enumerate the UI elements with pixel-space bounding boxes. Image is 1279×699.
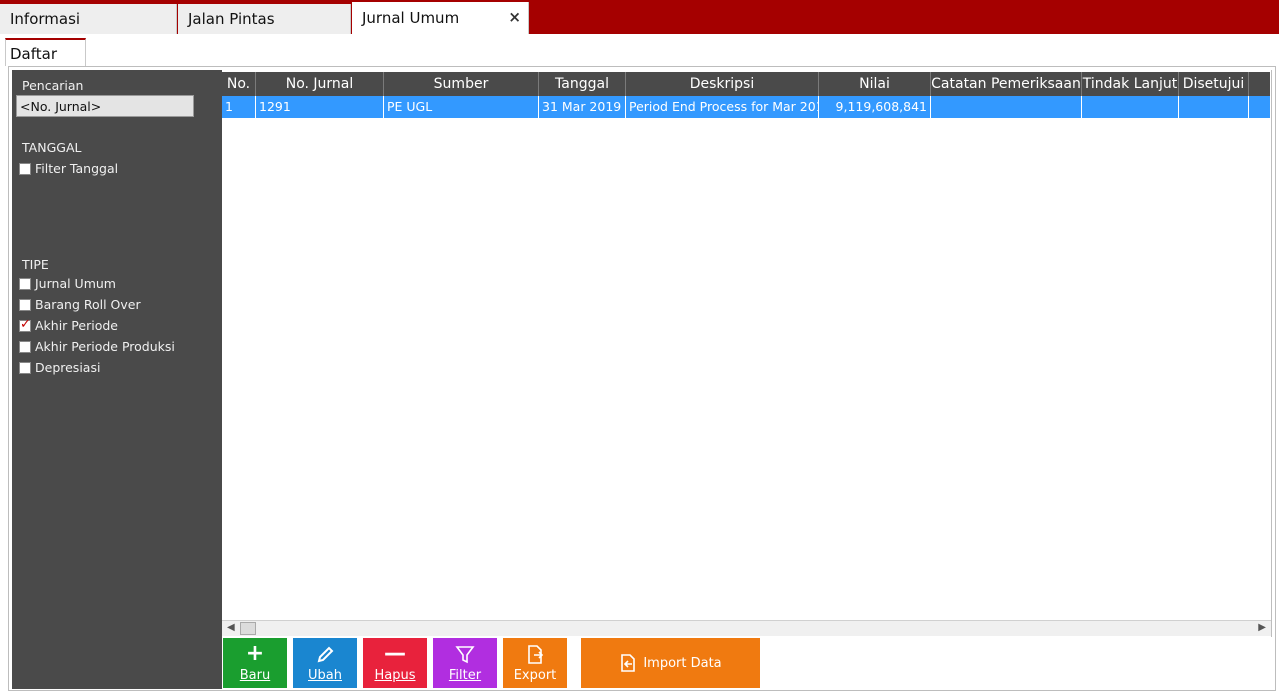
new-button-label: Baru [239,668,271,683]
grid-header: No. No. Jurnal Sumber Tanggal Deskripsi … [222,72,1270,96]
cell-tanggal[interactable]: 31 Mar 2019 [539,96,626,118]
column-header-deskripsi[interactable]: Deskripsi [626,72,819,96]
checkbox-box[interactable] [19,277,31,290]
column-header-no-jurnal[interactable]: No. Jurnal [256,72,384,96]
column-header-tindak-lanjut[interactable]: Tindak Lanjut [1082,72,1179,96]
edit-button-label: Ubah [308,668,342,683]
journal-grid: No. No. Jurnal Sumber Tanggal Deskripsi … [222,70,1272,637]
checkbox-label: Akhir Periode Produksi [35,339,175,354]
date-filter-checkbox[interactable]: Filter Tanggal [19,161,118,176]
column-header-filler [1249,72,1270,96]
checkbox-label: Akhir Periode [35,318,118,333]
checkbox-box-checked[interactable] [19,317,31,332]
minus-icon: — [384,641,406,666]
import-data-button[interactable]: Import Data [581,638,760,688]
cell-no-jurnal[interactable]: 1291 [256,96,384,118]
edit-button[interactable]: Ubah [293,638,357,688]
cell-deskripsi[interactable]: Period End Process for Mar 2019 [626,96,819,118]
export-button[interactable]: Export [503,638,567,688]
search-input[interactable]: <No. Jurnal> [16,95,194,117]
type-checkbox-akhir-periode-produksi[interactable]: Akhir Periode Produksi [19,339,175,354]
date-section-title: TANGGAL [22,140,82,155]
type-checkbox-jurnal-umum[interactable]: Jurnal Umum [19,276,116,291]
checkbox-box[interactable] [19,361,31,374]
tab-informasi[interactable]: Informasi [0,4,177,34]
import-file-icon [621,654,636,672]
type-section-title: TIPE [22,257,49,272]
checkbox-label: Filter Tanggal [35,161,119,176]
filter-button[interactable]: Filter [433,638,497,688]
checkbox-box[interactable] [19,298,31,311]
subtab-label: Daftar [10,45,57,63]
column-header-sumber[interactable]: Sumber [384,72,539,96]
subtab-daftar[interactable]: Daftar [5,38,86,66]
import-data-button-label: Import Data [643,655,722,671]
scroll-right-icon[interactable]: ▶ [1258,622,1266,633]
scroll-thumb[interactable] [240,622,256,635]
close-icon[interactable]: × [508,8,521,26]
tab-label: Informasi [10,10,81,28]
column-header-catatan-pemeriksaan[interactable]: Catatan Pemeriksaan [931,72,1082,96]
column-header-nilai[interactable]: Nilai [819,72,931,96]
column-header-disetujui[interactable]: Disetujui [1179,72,1249,96]
tab-jalan-pintas[interactable]: Jalan Pintas [178,4,351,34]
tab-label: Jalan Pintas [188,10,275,28]
scroll-left-icon[interactable]: ◀ [227,622,235,633]
tab-jurnal-umum[interactable]: Jurnal Umum × [352,2,529,34]
type-checkbox-depresiasi[interactable]: Depresiasi [19,360,100,375]
cell-nilai[interactable]: 9,119,608,841 [819,96,931,118]
checkbox-box[interactable] [19,340,31,353]
filter-button-label: Filter [448,668,482,683]
cell-no[interactable]: 1 [222,96,256,118]
funnel-icon [455,646,475,664]
checkbox-label: Depresiasi [35,360,101,375]
checkbox-label: Jurnal Umum [35,276,116,291]
export-file-icon [528,645,544,664]
search-label: Pencarian [22,78,84,93]
delete-button[interactable]: — Hapus [363,638,427,688]
filter-panel: Pencarian <No. Jurnal> TANGGAL Filter Ta… [12,70,222,689]
delete-button-label: Hapus [374,668,416,683]
type-checkbox-akhir-periode[interactable]: Akhir Periode [19,317,118,333]
column-header-no[interactable]: No. [222,72,256,96]
new-button[interactable]: + Baru [223,638,287,688]
table-row[interactable]: 1 1291 PE UGL 31 Mar 2019 Period End Pro… [222,96,1270,118]
checkbox-label: Barang Roll Over [35,297,141,312]
export-button-label: Export [513,668,557,683]
checkbox-box[interactable] [19,162,31,175]
cell-catatan-pemeriksaan[interactable] [931,96,1082,118]
type-checkbox-barang-roll-over[interactable]: Barang Roll Over [19,297,141,312]
plus-icon: + [245,641,265,666]
tab-label: Jurnal Umum [362,9,460,27]
column-header-tanggal[interactable]: Tanggal [539,72,626,96]
cell-disetujui[interactable] [1179,96,1249,118]
pencil-icon [317,646,334,663]
cell-sumber[interactable]: PE UGL [384,96,539,118]
horizontal-scrollbar[interactable]: ◀ ▶ [222,620,1271,636]
cell-tindak-lanjut[interactable] [1082,96,1179,118]
